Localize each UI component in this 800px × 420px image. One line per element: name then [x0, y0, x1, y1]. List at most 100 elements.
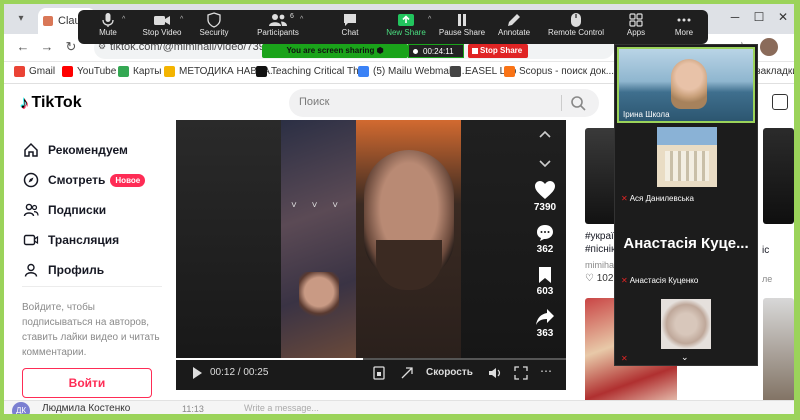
comment-button[interactable]: 362 — [531, 224, 559, 255]
tiktok-search[interactable]: Поиск — [289, 89, 599, 117]
bookmarks-overflow[interactable]: закладки — [756, 66, 794, 77]
share-button[interactable]: 363 — [531, 308, 559, 339]
remote-control-button[interactable]: Remote Control — [544, 12, 608, 37]
sidebar-item-watch[interactable]: Смотреть Новое — [22, 169, 146, 191]
sharing-indicator: You are screen sharing ⬢ 00:24:11 Stop S… — [262, 44, 528, 58]
fullscreen-icon[interactable] — [514, 366, 528, 380]
heart-icon — [535, 181, 555, 199]
participants-caret-icon[interactable]: ^ — [300, 16, 303, 23]
reload-icon[interactable]: ↻ — [62, 39, 80, 55]
back-icon[interactable]: ← — [14, 39, 32, 54]
users-icon — [22, 201, 40, 219]
video-controls: 00:12 / 00:25 Скорость ⋯ — [176, 360, 566, 390]
new-badge: Новое — [110, 173, 146, 187]
participants-panel: Ірина Школа ✕ Ася Данилевська Анастасія К… — [614, 44, 758, 366]
participants-button[interactable]: 6 ^ Participants — [248, 12, 308, 37]
bookmark-teaching[interactable]: Teaching Critical Thi... — [256, 66, 369, 77]
save-button[interactable]: 603 — [531, 266, 559, 297]
tiktok-note-icon: ♪ — [20, 93, 29, 112]
volume-icon[interactable] — [488, 366, 502, 380]
feed-caption-right[interactable]: іс — [762, 244, 769, 257]
scroll-up-button[interactable] — [531, 128, 559, 144]
login-button[interactable]: Войти — [22, 368, 152, 398]
share-caret-icon[interactable]: ^ — [428, 16, 431, 23]
search-input[interactable]: Поиск — [299, 96, 329, 108]
participant-tile[interactable]: Анастасія Куце... ✕ Анастасія Куценко — [617, 209, 755, 287]
mute-caret-icon[interactable]: ^ — [122, 16, 125, 23]
feed-meta-right: ле — [762, 274, 773, 284]
video-camera-icon — [154, 16, 170, 25]
sidebar-item-profile[interactable]: Профиль — [22, 259, 104, 281]
security-button[interactable]: Security — [184, 12, 244, 37]
mail-icon — [358, 66, 369, 77]
apps-icon — [629, 13, 643, 27]
more-options-icon[interactable]: ⋯ — [540, 364, 552, 378]
new-share-button[interactable]: ^ New Share — [376, 12, 436, 37]
easel-icon — [450, 66, 461, 77]
messages-icon[interactable] — [772, 94, 788, 110]
pause-icon — [458, 14, 466, 26]
avatar: ДК — [12, 402, 30, 414]
share-timer: 00:24:11 — [408, 44, 464, 58]
chat-bar: ДК Людмила Костенко 11:13 Write a messag… — [4, 400, 794, 414]
like-button[interactable]: 7390 — [531, 180, 559, 213]
scroll-down-button[interactable] — [531, 156, 559, 172]
like-count: 7390 — [533, 202, 557, 213]
notion-icon — [256, 66, 267, 77]
sidebar-item-following[interactable]: Подписки — [22, 199, 106, 221]
folder-icon — [164, 66, 175, 77]
live-icon — [22, 231, 40, 249]
chevron-down-icon[interactable]: ⌄ — [681, 352, 689, 363]
video-caret-icon[interactable]: ^ — [180, 16, 183, 23]
comment-count: 362 — [536, 244, 554, 255]
stop-video-button[interactable]: ^ Stop Video — [132, 12, 192, 37]
participant-tile-active[interactable]: Ірина Школа — [617, 47, 755, 123]
participant-tile[interactable]: ✕ ⌄ — [617, 291, 755, 365]
more-button[interactable]: More — [654, 12, 714, 37]
participant-tile[interactable]: ✕ Ася Данилевська — [617, 127, 755, 205]
girl-portrait-image — [299, 272, 339, 322]
sidebar-item-live[interactable]: Трансляция — [22, 229, 119, 251]
chevron-up-icon — [539, 130, 551, 138]
feed-thumbnail-right-2[interactable] — [763, 298, 794, 410]
participant-video-image — [671, 59, 707, 109]
share-count: 363 — [536, 328, 554, 339]
building-image — [665, 151, 709, 181]
play-icon[interactable] — [190, 366, 204, 380]
stop-share-button[interactable]: Stop Share — [468, 44, 528, 58]
tiktok-sidebar: Рекомендуем Смотреть Новое Подписки Тран… — [4, 120, 174, 410]
close-window-icon[interactable]: ✕ — [774, 10, 792, 24]
muted-mic-icon: ✕ — [621, 276, 628, 285]
profile-avatar[interactable] — [760, 38, 778, 56]
bookmark-maps[interactable]: Карты — [118, 66, 162, 77]
chat-input[interactable]: Write a message... — [244, 403, 319, 413]
pause-share-button[interactable]: Pause Share — [432, 12, 492, 37]
shield-check-icon: ⬢ — [376, 46, 384, 55]
zoom-toolbar: ^ Mute ^ Stop Video Security 6 ^ Partici… — [78, 10, 708, 44]
participant-video-image — [661, 299, 711, 349]
speed-button[interactable]: Скорость — [426, 367, 473, 378]
forward-icon[interactable]: → — [38, 39, 56, 54]
minimize-icon[interactable]: ─ — [726, 10, 744, 24]
annotate-button[interactable]: Annotate — [484, 12, 544, 37]
feed-thumbnail-right[interactable] — [763, 128, 794, 224]
tab-search-icon[interactable]: ▾ — [12, 10, 30, 28]
chat-icon — [344, 14, 356, 26]
search-icon[interactable] — [569, 94, 587, 112]
bookmark-youtube[interactable]: YouTube — [62, 66, 116, 77]
maximize-icon[interactable]: ☐ — [750, 10, 768, 24]
participant-avatar-image — [657, 127, 717, 187]
more-icon — [677, 18, 691, 22]
bookmark-scopus[interactable]: Scopus - поиск док... — [504, 66, 614, 77]
bookmark-gmail[interactable]: Gmail — [14, 66, 55, 77]
subtitles-icon[interactable] — [372, 366, 386, 380]
float-icon[interactable] — [400, 366, 414, 380]
mute-button[interactable]: ^ Mute — [78, 12, 138, 37]
share-icon — [536, 309, 554, 325]
video-player[interactable]: ˅ ˅ ˅ 7390 362 603 363 00:12 / 00:25 Ско… — [176, 120, 566, 390]
home-icon — [22, 141, 40, 159]
tiktok-logo[interactable]: ♪ TikTok — [20, 93, 82, 113]
search-divider — [561, 95, 562, 111]
sidebar-item-recommended[interactable]: Рекомендуем — [22, 139, 128, 161]
chat-button[interactable]: Chat — [320, 12, 380, 37]
